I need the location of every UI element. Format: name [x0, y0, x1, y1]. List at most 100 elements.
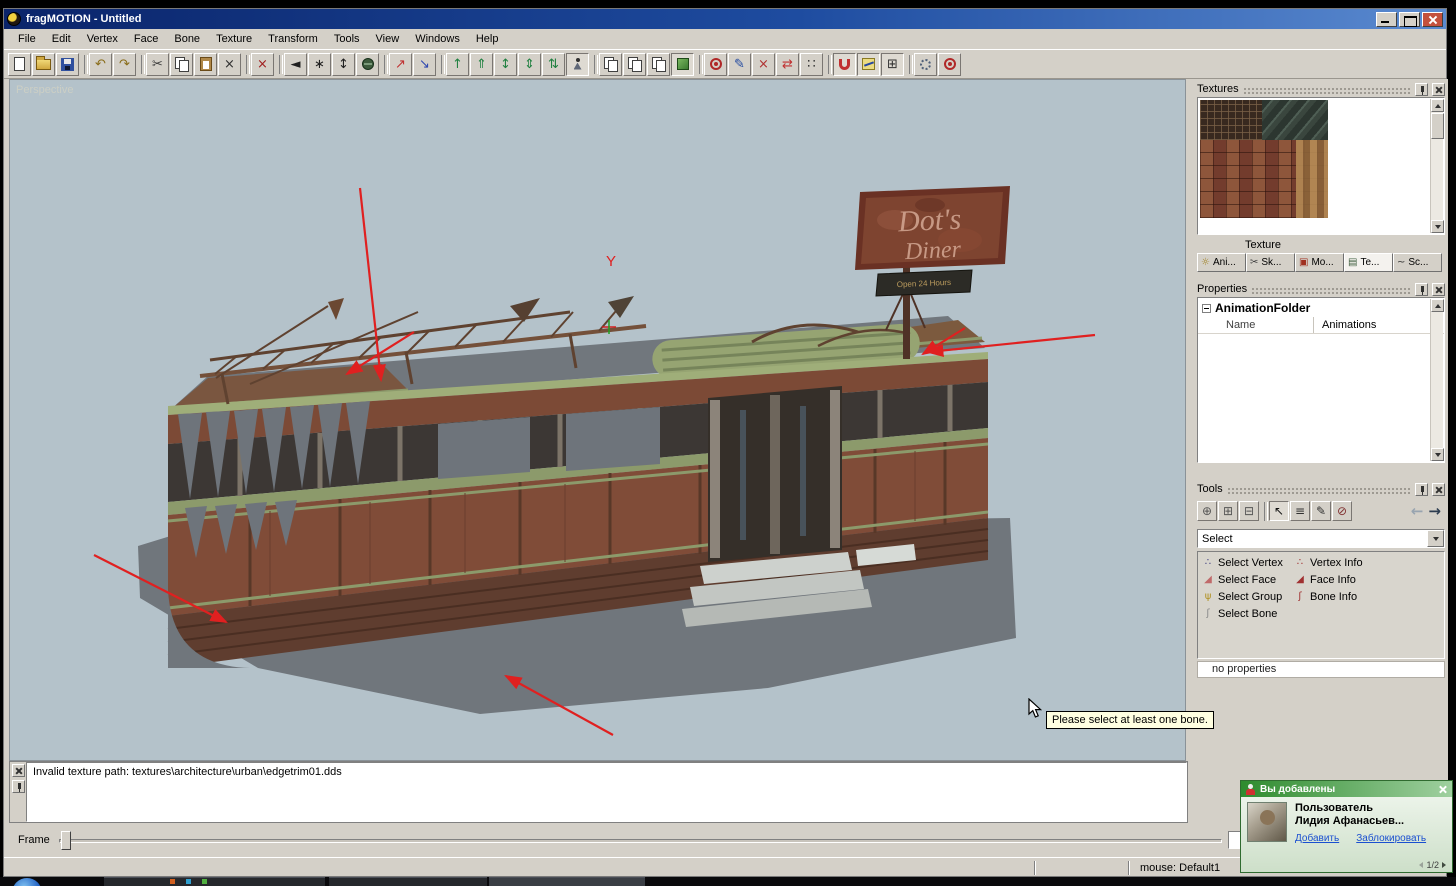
taskbar-icon[interactable]	[202, 879, 207, 884]
block-link[interactable]: Заблокировать	[1356, 833, 1426, 844]
tool-bone-info[interactable]: ʃBone Info	[1294, 588, 1363, 605]
menu-transform[interactable]: Transform	[260, 31, 326, 47]
menu-bone[interactable]: Bone	[166, 31, 208, 47]
add-link[interactable]: Добавить	[1295, 833, 1339, 844]
toolbar-button-table-view[interactable]: ⊞	[881, 53, 904, 76]
toolbar-button-move-z[interactable]: ↕	[494, 53, 517, 76]
tool-select-vertex[interactable]: ∴Select Vertex	[1202, 554, 1283, 571]
toolbar-button-rotate-wheel-2[interactable]	[938, 53, 961, 76]
notification-header[interactable]: Вы добавлены	[1241, 781, 1452, 797]
menu-vertex[interactable]: Vertex	[79, 31, 126, 47]
menu-edit[interactable]: Edit	[44, 31, 79, 47]
toolbar-button-duplicate-1[interactable]	[599, 53, 622, 76]
menu-face[interactable]: Face	[126, 31, 166, 47]
minimize-button[interactable]	[1376, 12, 1397, 27]
toolbar-button-pencil[interactable]: ✎	[728, 53, 751, 76]
tool-select-group[interactable]: ψSelect Group	[1202, 588, 1283, 605]
toolbar-button-knife[interactable]: ×	[752, 53, 775, 76]
toolbar-button-move-y[interactable]: ⇑	[470, 53, 493, 76]
toolbar-button-save[interactable]	[56, 53, 79, 76]
property-row[interactable]: Name Animations	[1198, 317, 1444, 334]
toolbar-button-remove[interactable]: ×	[251, 53, 274, 76]
menu-texture[interactable]: Texture	[208, 31, 260, 47]
toolbar-button-duplicate-3[interactable]	[647, 53, 670, 76]
toolbar-button-mirror-axes[interactable]: ⇄	[776, 53, 799, 76]
toolbar-button-paste[interactable]	[194, 53, 217, 76]
pager-prev-icon[interactable]	[1419, 862, 1423, 868]
close-icon[interactable]	[1432, 83, 1445, 96]
menu-tools[interactable]: Tools	[326, 31, 368, 47]
close-icon[interactable]	[12, 764, 25, 777]
toolbar-button-new[interactable]	[8, 53, 31, 76]
toolbar-button-copy[interactable]	[170, 53, 193, 76]
maximize-button[interactable]	[1399, 12, 1420, 27]
toolbar-button-snap[interactable]: ⇅	[542, 53, 565, 76]
frame-slider-thumb[interactable]	[61, 831, 71, 850]
toolbar-button-add-child[interactable]: ⊞	[1218, 501, 1238, 521]
toolbar-button-redo[interactable]: ↷	[113, 53, 136, 76]
toolbar-button-magnet-select[interactable]	[833, 53, 856, 76]
menu-file[interactable]: File	[10, 31, 44, 47]
close-button[interactable]	[1422, 12, 1443, 27]
title-bar[interactable]: fragMOTION - Untitled	[4, 9, 1446, 29]
toolbar-button-cut[interactable]: ✂	[146, 53, 169, 76]
tool-select-bone[interactable]: ʃSelect Bone	[1202, 605, 1283, 622]
properties-scrollbar[interactable]	[1430, 299, 1443, 461]
toolbar-button-select-tool[interactable]: ↖	[1269, 501, 1289, 521]
toolbar-button-add-bone[interactable]: ⊕	[1197, 501, 1217, 521]
chevron-down-icon[interactable]	[1427, 530, 1444, 547]
toolbar-button-extrude[interactable]: ↗	[389, 53, 412, 76]
tool-vertex-info[interactable]: ∴Vertex Info	[1294, 554, 1363, 571]
close-icon[interactable]	[1432, 283, 1445, 296]
taskbar-button[interactable]	[329, 877, 487, 886]
toolbar-button-animation-graph[interactable]	[857, 53, 880, 76]
viewport-3d[interactable]: Perspective	[9, 79, 1186, 761]
tool-face-info[interactable]: ◢Face Info	[1294, 571, 1363, 588]
toolbar-button-grid-snap[interactable]: ∷	[800, 53, 823, 76]
taskbar-icon[interactable]	[186, 879, 191, 884]
tab-texture[interactable]: ▤Te...	[1344, 253, 1393, 272]
toolbar-button-weld[interactable]: ∗	[308, 53, 331, 76]
tool-mode-dropdown[interactable]: Select	[1197, 529, 1445, 548]
toolbar-button-textured-view[interactable]	[671, 53, 694, 76]
pin-icon[interactable]	[1415, 483, 1428, 496]
collapse-icon[interactable]	[1202, 304, 1211, 313]
nav-prev-icon[interactable]: ←	[1411, 502, 1424, 520]
scroll-up-icon[interactable]	[1431, 99, 1444, 112]
close-icon[interactable]	[1432, 483, 1445, 496]
toolbar-button-inset[interactable]: ↘	[413, 53, 436, 76]
taskbar-button[interactable]	[104, 877, 325, 886]
toolbar-button-remove-bone[interactable]: ⊟	[1239, 501, 1259, 521]
textures-scrollbar[interactable]	[1430, 99, 1443, 233]
toolbar-button-move-all[interactable]: ⇕	[518, 53, 541, 76]
tab-model[interactable]: ▣Mo...	[1295, 253, 1344, 272]
pager-next-icon[interactable]	[1442, 862, 1446, 868]
pin-icon[interactable]	[1415, 283, 1428, 296]
pin-icon[interactable]	[12, 780, 25, 793]
textures-panel-titlebar[interactable]: Textures	[1197, 81, 1445, 97]
menu-view[interactable]: View	[368, 31, 408, 47]
nav-next-icon[interactable]: →	[1428, 502, 1441, 520]
scroll-up-icon[interactable]	[1431, 299, 1444, 312]
toolbar-button-rotate-wheel[interactable]	[704, 53, 727, 76]
properties-panel-titlebar[interactable]: Properties	[1197, 281, 1445, 297]
toolbar-button-delete[interactable]: ×	[218, 53, 241, 76]
toolbar-button-move-x[interactable]: ↑	[446, 53, 469, 76]
toolbar-button-bone-settings[interactable]	[914, 53, 937, 76]
taskbar-button[interactable]	[489, 877, 645, 886]
taskbar-icon[interactable]	[170, 879, 175, 884]
tab-script[interactable]: ~Sc...	[1393, 253, 1442, 272]
toolbar-button-mirror[interactable]: ◄	[284, 53, 307, 76]
animation-folder-node[interactable]: AnimationFolder	[1198, 298, 1444, 317]
menu-windows[interactable]: Windows	[407, 31, 468, 47]
toolbar-button-subdivide[interactable]	[356, 53, 379, 76]
toolbar-button-open[interactable]	[32, 53, 55, 76]
scroll-down-icon[interactable]	[1431, 448, 1444, 461]
tab-skeleton[interactable]: ✂Sk...	[1246, 253, 1295, 272]
scroll-thumb[interactable]	[1431, 113, 1444, 139]
toolbar-button-hierarchy[interactable]: ≡	[1290, 501, 1310, 521]
menu-help[interactable]: Help	[468, 31, 507, 47]
notification-pager[interactable]: 1/2	[1419, 860, 1446, 870]
texture-thumbnail[interactable]	[1200, 100, 1328, 218]
toolbar-button-delete-tool[interactable]: ⊘	[1332, 501, 1352, 521]
